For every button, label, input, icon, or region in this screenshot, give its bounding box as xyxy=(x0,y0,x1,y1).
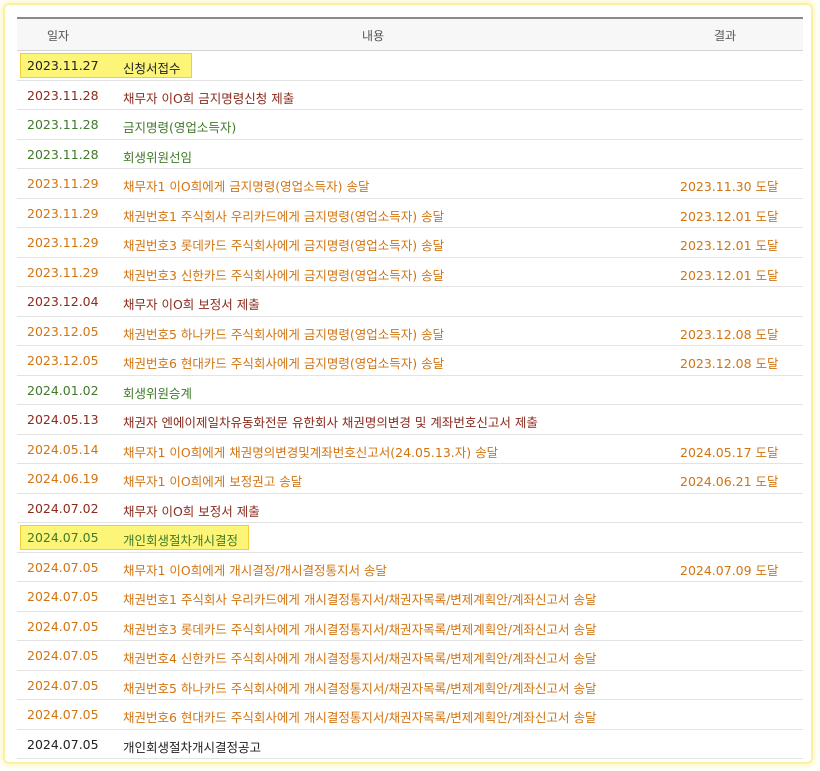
row-content: 채무자1 이O희에게 채권명의변경및계좌번호신고서(24.05.13.자) 송달 xyxy=(123,444,499,460)
row-date: 2024.06.19 xyxy=(27,471,99,486)
row-date: 2023.12.05 xyxy=(27,323,99,339)
row-content: 회생위원선임 xyxy=(123,149,193,165)
row-content: 채권번호3 신한카드 주식회사에게 금지명령(영업소득자) 송달 xyxy=(123,267,445,283)
row-date: 2023.12.05 xyxy=(27,353,99,368)
row-result: 2023.12.01 도달 xyxy=(680,267,779,283)
row-result: 2023.12.01 도달 xyxy=(680,208,779,224)
row-content: 채무자1 이O희에게 보정권고 송달 xyxy=(123,474,303,489)
table-row: 2024.01.02 회생위원승계 xyxy=(17,376,803,405)
row-result: 2023.11.30 도달 xyxy=(680,179,779,194)
table-row: 2023.11.29 채권번호3 롯데카드 주식회사에게 금지명령(영업소득자) … xyxy=(17,228,803,258)
row-result: 2024.06.21 도달 xyxy=(680,474,779,489)
row-date: 2024.07.05 xyxy=(27,618,99,634)
row-date: 2024.01.02 xyxy=(27,382,99,398)
row-content: 채권번호4 신한카드 주식회사에게 개시결정통지서/채권자목록/변제계획안/계좌… xyxy=(123,651,597,666)
row-content: 채권번호6 현대카드 주식회사에게 금지명령(영업소득자) 송달 xyxy=(123,356,445,371)
table-row: 2023.11.28 채무자 이O희 금지명령신청 제출 xyxy=(17,81,803,110)
table-row: 2024.07.05 채무자1 이O희에게 개시결정/개시결정통지서 송달 2024… xyxy=(17,553,803,582)
table-row: 2023.11.29 채권번호3 신한카드 주식회사에게 금지명령(영업소득자) … xyxy=(17,258,803,287)
row-content: 채권번호1 주식회사 우리카드에게 개시결정통지서/채권자목록/변제계획안/계좌… xyxy=(123,592,597,607)
row-date: 2024.07.05 xyxy=(27,677,99,693)
row-date: 2024.07.02 xyxy=(27,500,99,516)
row-date: 2024.07.05 xyxy=(27,589,99,604)
table-row: 2024.07.02 채무자 이O희 보정서 제출 xyxy=(17,494,803,523)
row-date: 2023.11.27 xyxy=(27,58,99,73)
header-result: 결과 xyxy=(714,29,737,43)
table-row: 2023.11.28 회생위원선임 xyxy=(17,140,803,169)
row-date: 2024.05.13 xyxy=(27,412,99,427)
case-history-table: 일자 내용 결과 2023.11.27 신청서접수 2023.11.28 채무자 이O… xyxy=(17,17,803,759)
row-content: 채권번호6 현대카드 주식회사에게 개시결정통지서/채권자목록/변제계획안/계좌… xyxy=(123,710,597,725)
row-result: 2024.07.09 도달 xyxy=(680,562,779,578)
table-row: 2024.07.05 채권번호1 주식회사 우리카드에게 개시결정통지서/채권자목… xyxy=(17,582,803,612)
row-date: 2024.05.14 xyxy=(27,441,99,457)
table-row: 2024.07.05 채권번호3 롯데카드 주식회사에게 개시결정통지서/채권자목… xyxy=(17,612,803,641)
row-date: 2024.07.05 xyxy=(27,648,99,663)
row-content: 채무자 이O희 보정서 제출 xyxy=(123,297,260,312)
table-row: 2023.11.29 채무자1 이O희에게 금지명령(영업소득자) 송달 2023.… xyxy=(17,169,803,199)
row-date: 2023.11.29 xyxy=(27,235,99,250)
table-row: 2024.07.05 개인회생절차개시결정 xyxy=(17,523,803,553)
row-date: 2023.11.29 xyxy=(27,205,99,221)
row-result: 2024.05.17 도달 xyxy=(680,444,779,460)
row-date: 2023.11.29 xyxy=(27,264,99,280)
row-result: 2023.12.01 도달 xyxy=(680,238,779,253)
row-content: 채무자 이O희 금지명령신청 제출 xyxy=(123,90,295,106)
table-row: 2024.07.05 채권번호4 신한카드 주식회사에게 개시결정통지서/채권자목… xyxy=(17,641,803,671)
row-content: 채권자 엔에이제일차유동화전문 유한회사 채권명의변경 및 계좌번호신고서 제출 xyxy=(123,415,538,430)
table-row: 2024.06.19 채무자1 이O희에게 보정권고 송달 2024.06.21 도… xyxy=(17,464,803,494)
row-content: 금지명령(영업소득자) xyxy=(123,120,237,135)
row-content: 채권번호5 하나카드 주식회사에게 금지명령(영업소득자) 송달 xyxy=(123,326,445,342)
table-row: 2024.07.05 개인회생절차개시결정공고 xyxy=(17,730,803,759)
table-row: 2023.12.04 채무자 이O희 보정서 제출 xyxy=(17,287,803,317)
table-row: 2023.11.29 채권번호1 주식회사 우리카드에게 금지명령(영업소득자) … xyxy=(17,199,803,228)
row-date: 2024.07.05 xyxy=(27,736,99,752)
row-date: 2023.11.28 xyxy=(27,117,99,132)
row-date: 2023.11.28 xyxy=(27,87,99,103)
header-date: 일자 xyxy=(47,29,70,43)
row-content: 개인회생절차개시결정 xyxy=(123,533,239,548)
table-row: 2023.12.05 채권번호5 하나카드 주식회사에게 금지명령(영업소득자) … xyxy=(17,317,803,346)
row-content: 채권번호3 롯데카드 주식회사에게 개시결정통지서/채권자목록/변제계획안/계좌… xyxy=(123,621,597,637)
table-row: 2024.07.05 채권번호5 하나카드 주식회사에게 개시결정통지서/채권자목… xyxy=(17,671,803,700)
table-row: 2024.07.05 채권번호6 현대카드 주식회사에게 개시결정통지서/채권자목… xyxy=(17,700,803,730)
table-body: 2023.11.27 신청서접수 2023.11.28 채무자 이O희 금지명령신청 … xyxy=(17,51,803,759)
row-content: 채권번호1 주식회사 우리카드에게 금지명령(영업소득자) 송달 xyxy=(123,208,445,224)
table-row: 2024.05.14 채무자1 이O희에게 채권명의변경및계좌번호신고서(24.0… xyxy=(17,435,803,464)
row-content: 개인회생절차개시결정공고 xyxy=(123,739,262,755)
table-row: 2023.12.05 채권번호6 현대카드 주식회사에게 금지명령(영업소득자) … xyxy=(17,346,803,376)
row-result: 2023.12.08 도달 xyxy=(680,326,779,342)
row-content: 채무자1 이O희에게 개시결정/개시결정통지서 송달 xyxy=(123,562,387,578)
row-content: 채무자1 이O희에게 금지명령(영업소득자) 송달 xyxy=(123,179,370,194)
row-content: 채권번호3 롯데카드 주식회사에게 금지명령(영업소득자) 송달 xyxy=(123,238,445,253)
row-content: 신청서접수 xyxy=(123,61,181,76)
header-content: 내용 xyxy=(362,29,385,43)
row-date: 2023.11.28 xyxy=(27,146,99,162)
row-content: 회생위원승계 xyxy=(123,385,193,401)
table-row: 2023.11.27 신청서접수 xyxy=(17,51,803,81)
table-row: 2023.11.28 금지명령(영업소득자) xyxy=(17,110,803,140)
row-content: 채권번호5 하나카드 주식회사에게 개시결정통지서/채권자목록/변제계획안/계좌… xyxy=(123,680,597,696)
row-date: 2023.11.29 xyxy=(27,176,99,191)
row-date: 2024.07.05 xyxy=(27,559,99,575)
row-result: 2023.12.08 도달 xyxy=(680,356,779,371)
table-header: 일자 내용 결과 xyxy=(17,17,803,51)
table-row: 2024.05.13 채권자 엔에이제일차유동화전문 유한회사 채권명의변경 및 … xyxy=(17,405,803,435)
row-content: 채무자 이O희 보정서 제출 xyxy=(123,503,260,519)
row-date: 2023.12.04 xyxy=(27,294,99,309)
row-date: 2024.07.05 xyxy=(27,530,99,545)
row-date: 2024.07.05 xyxy=(27,707,99,722)
